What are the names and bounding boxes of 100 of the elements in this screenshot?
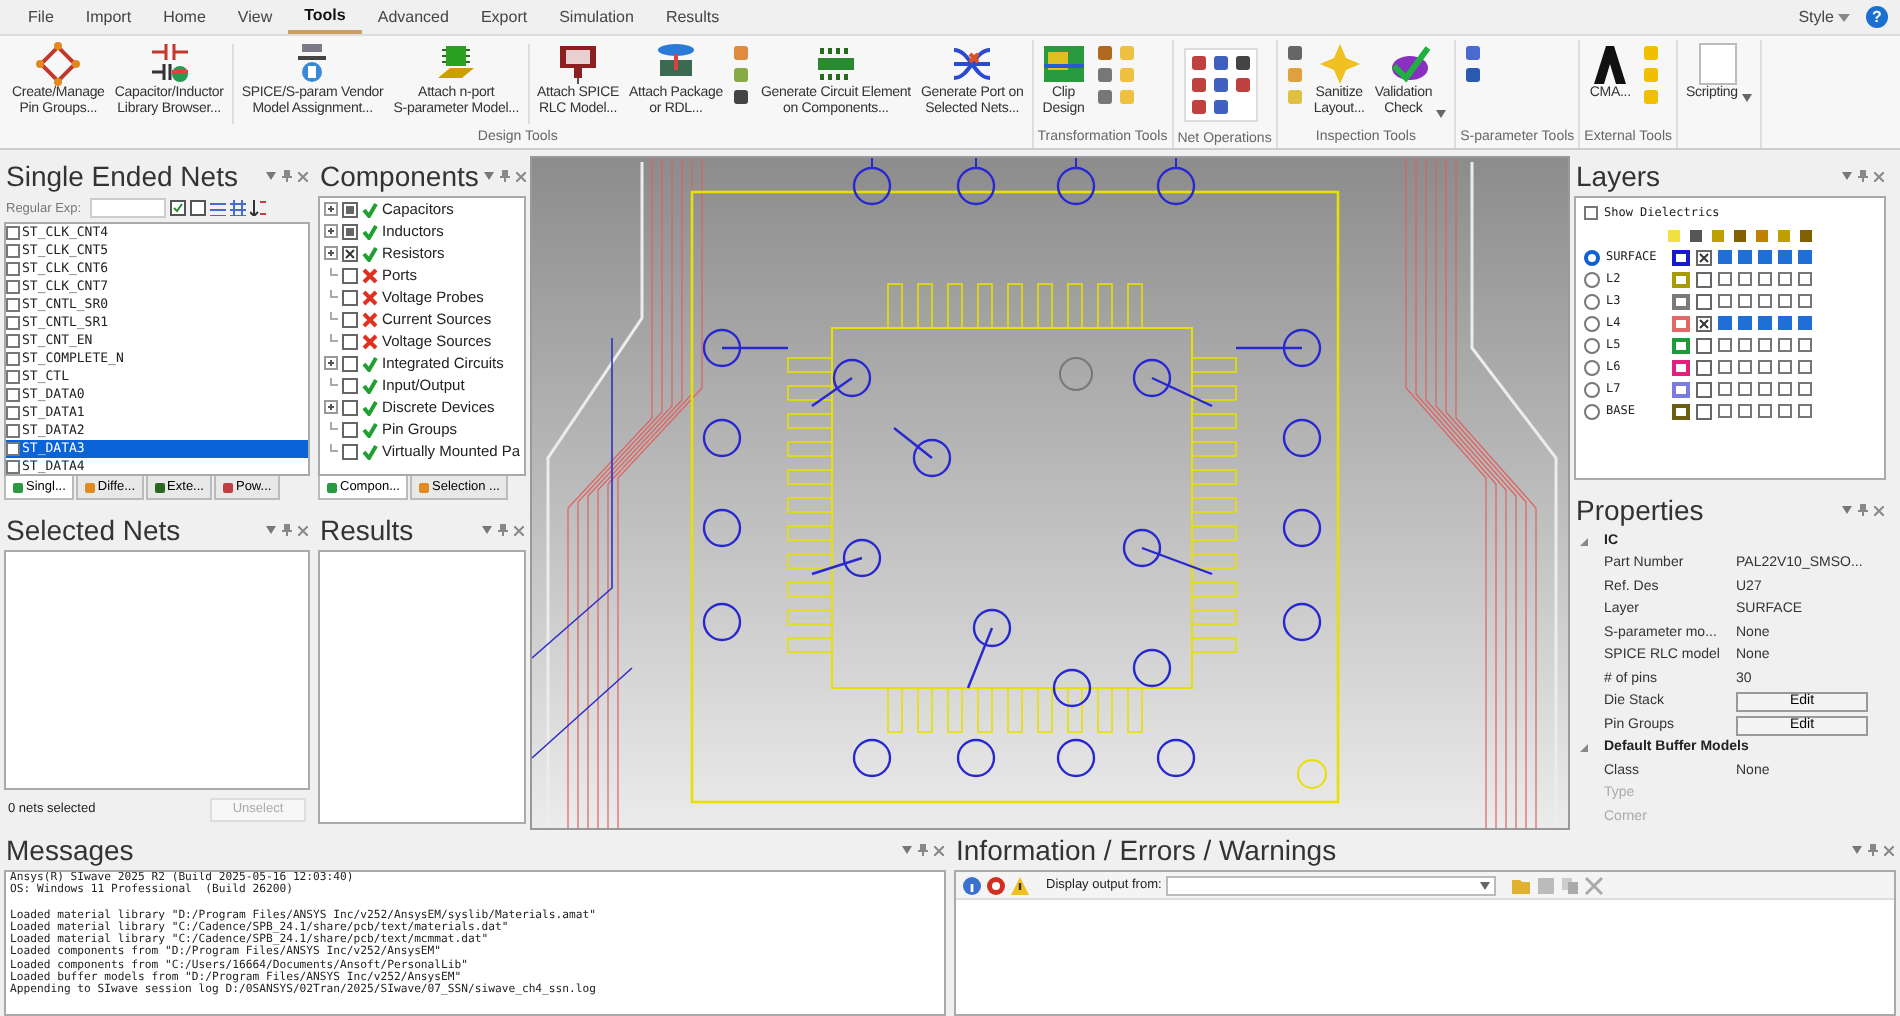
checkbox[interactable] — [1758, 382, 1772, 396]
menu-tab[interactable]: Advanced — [361, 2, 465, 32]
radio-button[interactable] — [1584, 403, 1600, 419]
warning-icon[interactable] — [1010, 875, 1030, 895]
checkbox[interactable] — [342, 333, 358, 349]
expand-icon[interactable] — [324, 246, 338, 260]
checkbox[interactable] — [1798, 382, 1812, 396]
checkbox[interactable] — [6, 387, 20, 402]
checkbox[interactable] — [1758, 294, 1772, 308]
visibility-checkbox[interactable] — [1696, 381, 1712, 397]
collapse-icon[interactable] — [1576, 535, 1592, 548]
dropdown-icon[interactable] — [1852, 846, 1862, 854]
checkbox[interactable] — [6, 243, 20, 258]
checkbox[interactable] — [1758, 338, 1772, 352]
pin-icon[interactable] — [500, 170, 511, 182]
filter-field[interactable] — [90, 198, 166, 219]
checkbox[interactable] — [1798, 294, 1812, 308]
checkbox[interactable] — [1738, 316, 1752, 330]
help-button[interactable]: ? — [1866, 6, 1888, 28]
checkbox[interactable] — [342, 443, 358, 459]
list-icon[interactable] — [210, 200, 226, 217]
checkbox[interactable] — [6, 423, 20, 438]
close-icon[interactable] — [934, 845, 944, 855]
close-icon[interactable] — [514, 525, 524, 535]
info-icon[interactable] — [962, 875, 982, 895]
checkbox[interactable] — [6, 315, 20, 330]
checkbox[interactable] — [1718, 316, 1732, 330]
close-icon[interactable] — [298, 525, 308, 535]
checkbox[interactable] — [342, 399, 358, 415]
checkbox[interactable] — [6, 459, 20, 474]
checkbox[interactable] — [6, 405, 20, 420]
close-icon[interactable] — [1874, 505, 1884, 515]
checkbox[interactable] — [1718, 250, 1732, 264]
checkbox[interactable] — [342, 289, 358, 305]
menu-tab[interactable]: Home — [147, 2, 222, 32]
checkbox[interactable] — [1778, 250, 1792, 264]
checkbox[interactable] — [6, 261, 20, 276]
visibility-checkbox[interactable] — [1696, 337, 1712, 353]
checkbox[interactable] — [1798, 360, 1812, 374]
checkbox[interactable] — [1718, 360, 1732, 374]
checkbox[interactable] — [6, 225, 20, 240]
checkbox[interactable] — [1778, 272, 1792, 286]
menu-tab[interactable]: Simulation — [543, 2, 650, 32]
dropdown-icon[interactable] — [1842, 172, 1852, 180]
radio-button[interactable] — [1584, 359, 1600, 375]
visibility-checkbox[interactable] — [1696, 359, 1712, 375]
checkbox[interactable] — [1758, 360, 1772, 374]
expand-icon[interactable] — [324, 224, 338, 238]
checkbox[interactable] — [1778, 338, 1792, 352]
checkbox[interactable] — [1758, 404, 1772, 418]
checkbox[interactable] — [1798, 316, 1812, 330]
checkbox[interactable] — [6, 351, 20, 366]
checkbox[interactable] — [1718, 338, 1732, 352]
checkbox[interactable] — [1778, 294, 1792, 308]
close-icon[interactable] — [1874, 171, 1884, 181]
close-icon[interactable] — [1884, 845, 1894, 855]
style-menu[interactable]: Style — [1782, 2, 1866, 32]
checkbox[interactable] — [1758, 316, 1772, 330]
checkbox[interactable] — [1798, 404, 1812, 418]
pin-icon[interactable] — [1858, 504, 1868, 516]
checkbox[interactable] — [1738, 382, 1752, 396]
checkbox[interactable] — [342, 245, 358, 261]
dropdown-icon[interactable] — [482, 526, 492, 534]
dropdown-icon[interactable] — [266, 172, 276, 180]
grid-icon[interactable] — [230, 200, 246, 217]
dropdown-icon[interactable] — [266, 526, 276, 534]
checkbox[interactable] — [1798, 250, 1812, 264]
checkbox[interactable] — [1738, 360, 1752, 374]
sort-icon[interactable] — [250, 200, 266, 217]
dropdown-icon[interactable] — [1842, 506, 1852, 514]
checkbox[interactable] — [1798, 272, 1812, 286]
menu-tab[interactable]: Export — [464, 2, 544, 32]
radio-button[interactable] — [1584, 315, 1600, 331]
checkbox[interactable] — [1738, 272, 1752, 286]
radio-button[interactable] — [1584, 293, 1600, 309]
visibility-checkbox[interactable] — [1696, 293, 1712, 309]
menu-tab[interactable]: Import — [69, 2, 148, 32]
pin-icon[interactable] — [282, 524, 292, 536]
pin-icon[interactable] — [918, 844, 928, 856]
dropdown-icon[interactable] — [484, 172, 495, 180]
checkbox[interactable] — [342, 355, 358, 371]
expand-icon[interactable] — [324, 356, 338, 370]
collapse-icon[interactable] — [1576, 742, 1592, 755]
checkbox[interactable] — [6, 441, 20, 456]
checkbox[interactable] — [1778, 404, 1792, 418]
checkbox[interactable] — [1778, 360, 1792, 374]
checkbox[interactable] — [1718, 404, 1732, 418]
checkbox[interactable] — [1738, 404, 1752, 418]
checkbox[interactable] — [1798, 338, 1812, 352]
checkbox[interactable] — [1758, 272, 1772, 286]
checkbox[interactable] — [342, 223, 358, 239]
checkbox[interactable] — [342, 421, 358, 437]
radio-button[interactable] — [1584, 249, 1600, 265]
checkbox[interactable] — [1718, 382, 1732, 396]
checkbox[interactable] — [6, 369, 20, 384]
checkbox[interactable] — [6, 333, 20, 348]
checkbox[interactable] — [1758, 250, 1772, 264]
checkbox[interactable] — [342, 311, 358, 327]
pin-icon[interactable] — [498, 524, 508, 536]
check-all-icon[interactable] — [170, 200, 186, 217]
